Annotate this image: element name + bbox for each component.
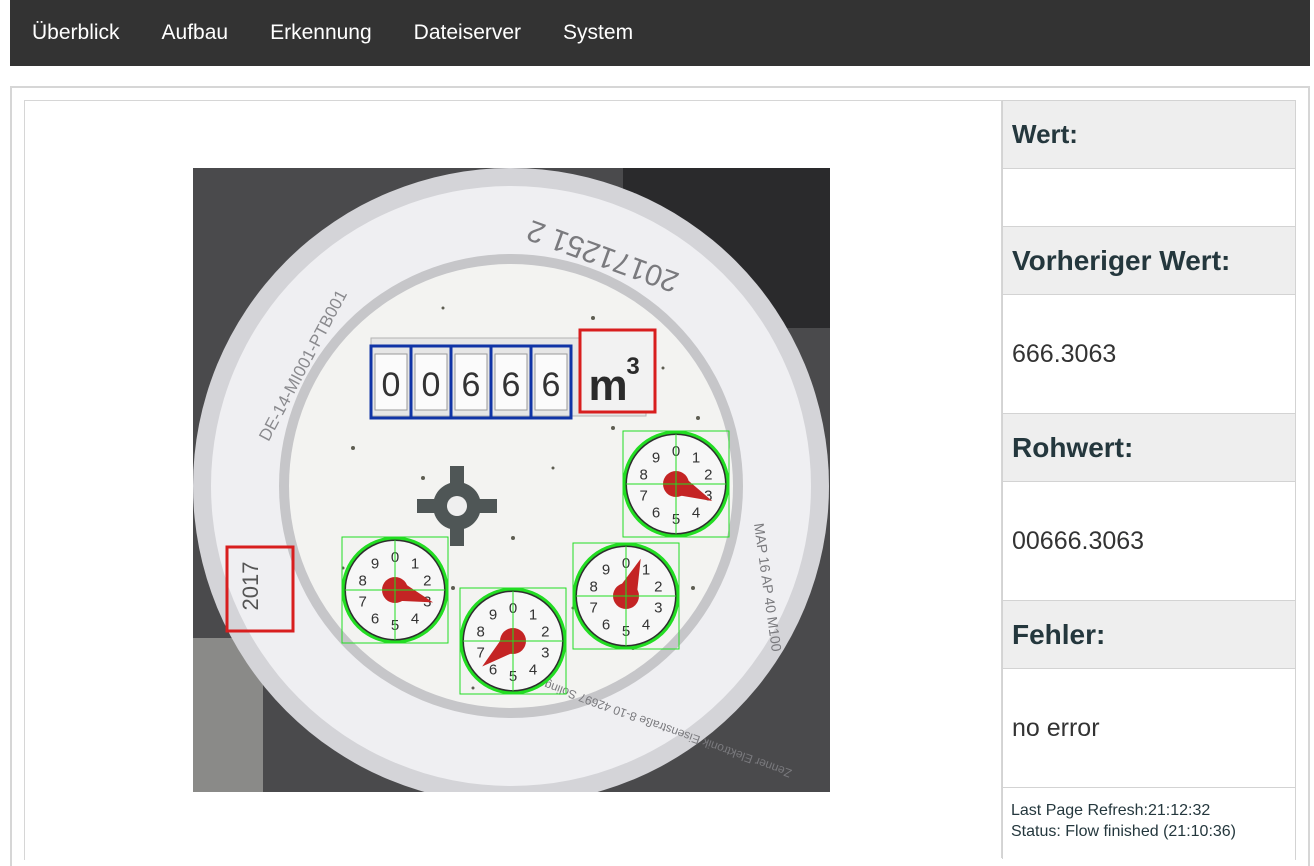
wert-heading: Wert: [1002,100,1296,169]
dial-number: 1 [411,555,419,572]
digit-glyph: 6 [502,366,521,404]
analog-dial: 0123456789 [341,536,449,644]
error-value: no error [1002,669,1296,787]
nav-system[interactable]: System [563,21,633,45]
top-navbar: Überblick Aufbau Erkennung Dateiserver S… [10,0,1310,66]
unit-label: m [588,361,627,410]
dial-number: 7 [639,488,647,505]
digit-roi-group: 00666 [369,344,573,420]
dial-number: 8 [358,572,366,589]
dial-number: 3 [541,645,549,662]
dial-number: 9 [602,561,610,578]
dial-number: 6 [371,611,379,628]
status-box: Last Page Refresh:21:12:32 Status: Flow … [1002,787,1296,859]
dial-number: 1 [529,606,537,623]
dial-number: 6 [652,505,660,522]
dial-number: 6 [489,662,497,679]
error-heading: Fehler: [1002,600,1296,669]
dial-number: 7 [476,645,484,662]
raw-value: 00666.3063 [1002,482,1296,600]
dial-number: 2 [423,572,431,589]
dial-number: 6 [602,617,610,634]
analog-dial: 0123456789 [572,542,680,650]
dial-number: 3 [654,600,662,617]
analog-dial: 0123456789 [459,587,567,695]
wert-value [1002,169,1296,226]
dial-number: 8 [639,466,647,483]
nav-erkennung[interactable]: Erkennung [270,21,372,45]
nav-dateiserver[interactable]: Dateiserver [414,21,521,45]
year-label: 2017 [238,562,263,611]
previous-value-heading: Vorheriger Wert: [1002,226,1296,295]
dial-number: 9 [652,449,660,466]
dial-number: 8 [476,623,484,640]
raw-value-heading: Rohwert: [1002,413,1296,482]
dial-number: 4 [642,617,650,634]
digit-glyph: 0 [382,366,401,404]
dial-number: 2 [704,466,712,483]
dial-number: 2 [654,578,662,595]
dial-number: 4 [692,505,700,522]
results-panel: Wert: Vorheriger Wert: 666.3063 Rohwert:… [1002,100,1296,859]
meter-image: 20171251 2 DE-14-MI001-PTB001 MAP 16 AP … [193,168,830,792]
unit-exponent: 3 [626,353,639,380]
digit-glyph: 0 [422,366,441,404]
digit-glyph: 6 [542,366,561,404]
flow-status-text: Status: Flow finished (21:10:36) [1011,823,1237,840]
dial-number: 7 [358,594,366,611]
dial-number: 9 [489,606,497,623]
last-refresh-text: Last Page Refresh:21:12:32 [1011,802,1211,819]
nav-ueberblick[interactable]: Überblick [32,21,120,45]
nav-aufbau[interactable]: Aufbau [162,21,229,45]
dial-number: 7 [589,600,597,617]
previous-value: 666.3063 [1002,295,1296,413]
dial-number: 4 [411,611,419,628]
analog-dial: 0123456789 [622,430,730,538]
dial-number: 8 [589,578,597,595]
dial-number: 1 [692,449,700,466]
dial-number: 9 [371,555,379,572]
digit-glyph: 6 [462,366,481,404]
dial-number: 4 [529,662,537,679]
dial-number: 1 [642,561,650,578]
dial-number: 2 [541,623,549,640]
